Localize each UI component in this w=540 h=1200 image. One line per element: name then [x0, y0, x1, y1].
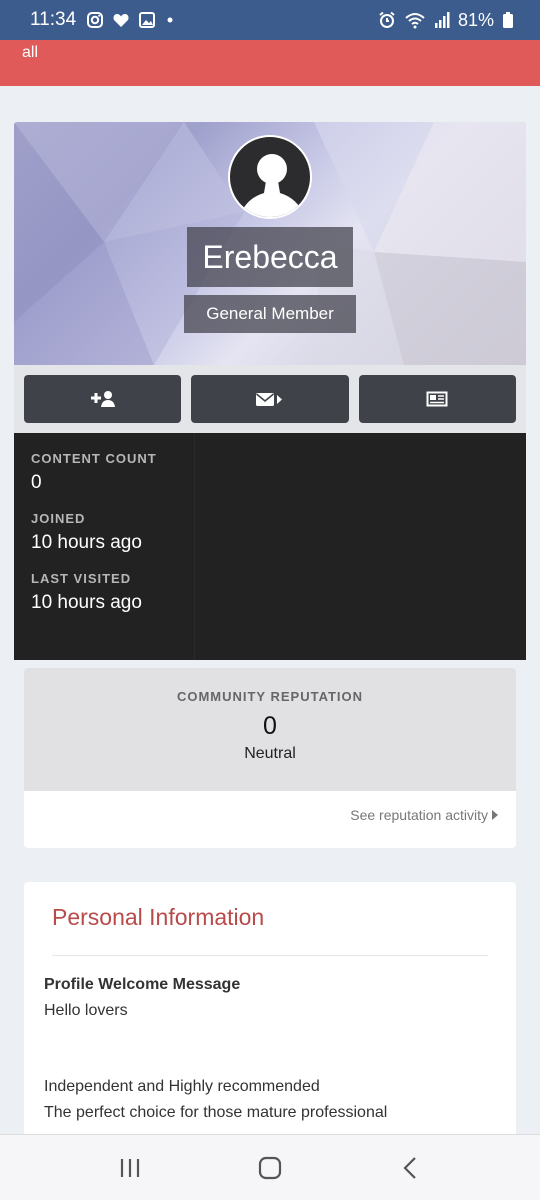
stat-label: CONTENT COUNT	[31, 451, 157, 466]
top-banner[interactable]: all	[0, 40, 540, 86]
avatar	[228, 135, 312, 219]
message-button[interactable]	[191, 375, 349, 423]
stat-last-visited: LAST VISITED 10 hours ago	[31, 571, 509, 614]
system-nav-bar	[0, 1134, 540, 1200]
reputation-status: Neutral	[244, 745, 296, 762]
profile-stats: CONTENT COUNT 0 JOINED 10 hours ago LAST…	[14, 433, 526, 660]
stat-label: LAST VISITED	[31, 571, 132, 586]
dot-icon	[167, 17, 173, 23]
status-bar: 11:34 81%	[0, 0, 540, 40]
profile-header: Erebecca General Member	[14, 122, 526, 365]
profile-page: Erebecca General Member CONTENT COUNT 0 …	[0, 86, 540, 1134]
default-avatar-icon	[239, 154, 305, 217]
battery-icon	[503, 12, 513, 28]
reputation-activity-link[interactable]: See reputation activity	[350, 807, 498, 823]
welcome-message-line: Hello lovers	[44, 1002, 128, 1019]
activity-icon	[426, 391, 448, 407]
status-time: 11:34	[30, 9, 77, 30]
follow-button[interactable]	[24, 375, 182, 423]
follow-icon	[90, 391, 115, 407]
profile-name: Erebecca	[187, 227, 353, 287]
back-icon	[403, 1156, 416, 1179]
profile-actions	[14, 365, 526, 433]
activity-button[interactable]	[358, 375, 516, 423]
image-icon	[139, 12, 156, 28]
home-icon	[258, 1156, 282, 1179]
wifi-icon	[405, 13, 425, 29]
reputation-label: COMMUNITY REPUTATION	[176, 689, 364, 704]
top-banner-text[interactable]: all	[22, 44, 38, 61]
message-icon	[255, 393, 282, 406]
instagram-icon	[87, 12, 104, 28]
stat-content-count: CONTENT COUNT 0	[31, 451, 509, 494]
personal-information: Personal Information Profile Welcome Mes…	[24, 882, 516, 1134]
stat-value: 10 hours ago	[31, 532, 142, 553]
battery-level: 81%	[457, 9, 494, 30]
signal-icon	[434, 12, 450, 28]
home-button[interactable]	[250, 1148, 290, 1188]
alarm-icon	[379, 11, 395, 28]
stat-value: 10 hours ago	[31, 592, 142, 613]
reputation-activity-label[interactable]: See reputation activity	[350, 807, 488, 823]
welcome-message-line: The perfect choice for those mature prof…	[44, 1104, 388, 1121]
recent-apps-button[interactable]	[110, 1148, 150, 1188]
back-button[interactable]	[390, 1148, 430, 1188]
stat-label: JOINED	[31, 511, 86, 526]
welcome-message-label: Profile Welcome Message	[44, 976, 241, 993]
heart-icon	[113, 14, 129, 27]
member-group: General Member	[184, 295, 356, 333]
stat-joined: JOINED 10 hours ago	[31, 511, 509, 554]
recent-apps-icon	[120, 1158, 140, 1177]
caret-right-icon	[492, 810, 498, 820]
welcome-message-line: Independent and Highly recommended	[44, 1078, 320, 1095]
section-title: Personal Information	[52, 904, 488, 956]
reputation-value: 0	[263, 712, 277, 740]
community-reputation: COMMUNITY REPUTATION 0 Neutral See reput…	[24, 668, 516, 848]
stat-value: 0	[31, 472, 42, 493]
